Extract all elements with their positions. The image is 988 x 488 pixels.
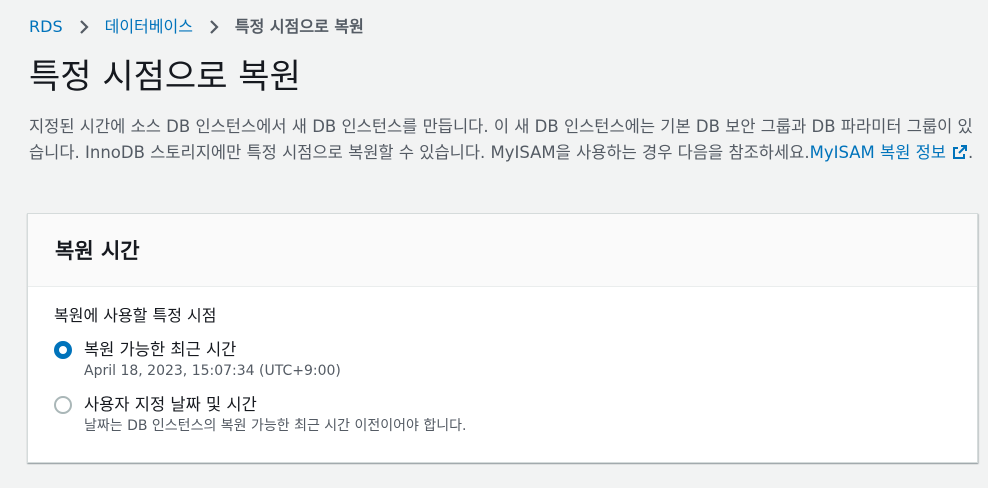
myisam-link-label: MyISAM 복원 정보 [809,143,946,162]
panel-header: 복원 시간 [28,214,977,287]
panel-title: 복원 시간 [55,239,140,263]
chevron-right-icon [203,19,225,35]
external-link-icon [952,142,968,168]
radio-description: 날짜는 DB 인스턴스의 복원 가능한 최근 시간 이전이어야 합니다. [84,418,467,434]
page-description: 지정된 시간에 소스 DB 인스턴스에서 새 DB 인스턴스를 만듭니다. 이 … [29,114,974,168]
breadcrumb-databases-link[interactable]: 데이터베이스 [105,16,193,38]
radio-button-selected[interactable] [54,341,72,359]
radio-label: 복원 가능한 최근 시간 [84,340,237,359]
breadcrumb-rds-link[interactable]: RDS [29,16,63,38]
radio-text: 사용자 지정 날짜 및 시간 날짜는 DB 인스턴스의 복원 가능한 최근 시간… [84,394,466,436]
radio-label: 사용자 지정 날짜 및 시간 [84,395,257,414]
radio-text: 복원 가능한 최근 시간 April 18, 2023, 15:07:34 (U… [84,339,341,381]
restore-point-field-label: 복원에 사용할 특정 시점 [54,306,217,325]
radio-description: April 18, 2023, 15:07:34 (UTC+9:00) [84,363,341,379]
myisam-restore-info-link[interactable]: MyISAM 복원 정보 [810,143,968,162]
chevron-right-icon [73,19,95,35]
custom-date-time-option[interactable]: 사용자 지정 날짜 및 시간 날짜는 DB 인스턴스의 복원 가능한 최근 시간… [54,394,466,436]
page-title: 특정 시점으로 복원 [29,57,301,97]
breadcrumb-current: 특정 시점으로 복원 [234,17,364,36]
page: RDS 데이터베이스 특정 시점으로 복원 특정 시점으로 복원 지정된 시간에… [0,0,988,488]
breadcrumb: RDS 데이터베이스 특정 시점으로 복원 [29,16,364,38]
latest-restorable-time-option[interactable]: 복원 가능한 최근 시간 April 18, 2023, 15:07:34 (U… [54,339,341,381]
restore-time-panel: 복원 시간 복원에 사용할 특정 시점 복원 가능한 최근 시간 April 1… [27,213,978,463]
radio-button-unselected[interactable] [54,396,72,414]
description-end: . [967,143,974,162]
